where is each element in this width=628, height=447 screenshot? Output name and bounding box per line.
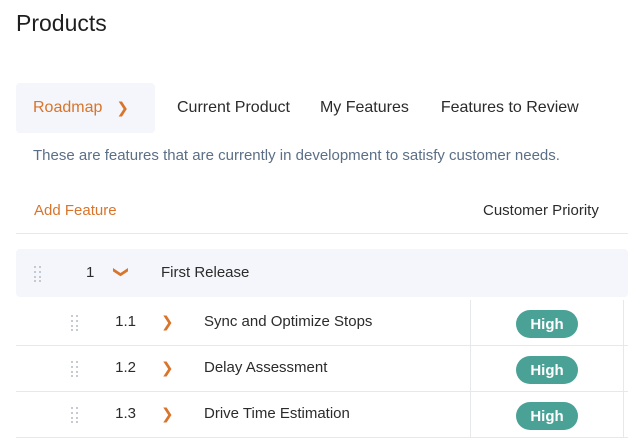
- drag-handle-icon[interactable]: [71, 315, 79, 331]
- column-divider: [470, 300, 471, 346]
- tab-my-features[interactable]: My Features: [320, 83, 409, 133]
- feature-toolbar: Add Feature Customer Priority: [16, 195, 628, 234]
- group-name: First Release: [161, 264, 250, 281]
- feature-name: Sync and Optimize Stops: [204, 313, 373, 330]
- priority-badge[interactable]: High: [516, 356, 578, 384]
- column-divider: [623, 346, 624, 392]
- tab-roadmap[interactable]: Roadmap ❯: [16, 83, 155, 133]
- customer-priority-header[interactable]: Customer Priority: [483, 202, 599, 219]
- column-divider: [470, 392, 471, 438]
- drag-handle-icon[interactable]: [34, 266, 42, 282]
- release-group-row[interactable]: 1 ❯ First Release: [16, 249, 628, 297]
- drag-handle-icon[interactable]: [71, 361, 79, 377]
- priority-badge[interactable]: High: [516, 402, 578, 430]
- column-divider: [470, 346, 471, 392]
- page-title: Products: [16, 10, 107, 36]
- drag-handle-icon[interactable]: [71, 407, 79, 423]
- chevron-right-icon[interactable]: ❯: [161, 405, 174, 423]
- tab-description: These are features that are currently in…: [33, 147, 560, 164]
- chevron-right-icon[interactable]: ❯: [161, 359, 174, 377]
- chevron-right-icon[interactable]: ❯: [161, 313, 174, 331]
- feature-name: Delay Assessment: [204, 359, 328, 376]
- tab-bar: Roadmap ❯ Current Product My Features Fe…: [16, 83, 579, 133]
- add-feature-button[interactable]: Add Feature: [34, 202, 117, 219]
- tab-roadmap-label: Roadmap: [33, 99, 103, 116]
- tab-current-product[interactable]: Current Product: [177, 83, 290, 133]
- tab-features-to-review[interactable]: Features to Review: [441, 83, 579, 133]
- feature-row[interactable]: 1.3 ❯ Drive Time Estimation High: [16, 392, 628, 438]
- feature-row[interactable]: 1.1 ❯ Sync and Optimize Stops High: [16, 300, 628, 346]
- priority-badge[interactable]: High: [516, 310, 578, 338]
- column-divider: [623, 392, 624, 438]
- feature-number: 1.2: [115, 359, 136, 376]
- feature-number: 1.1: [115, 313, 136, 330]
- feature-row[interactable]: 1.2 ❯ Delay Assessment High: [16, 346, 628, 392]
- group-number: 1: [86, 264, 95, 281]
- feature-name: Drive Time Estimation: [204, 405, 350, 422]
- feature-number: 1.3: [115, 405, 136, 422]
- chevron-down-icon[interactable]: ❯: [112, 266, 130, 279]
- chevron-right-icon: ❯: [116, 100, 129, 117]
- column-divider: [623, 300, 624, 346]
